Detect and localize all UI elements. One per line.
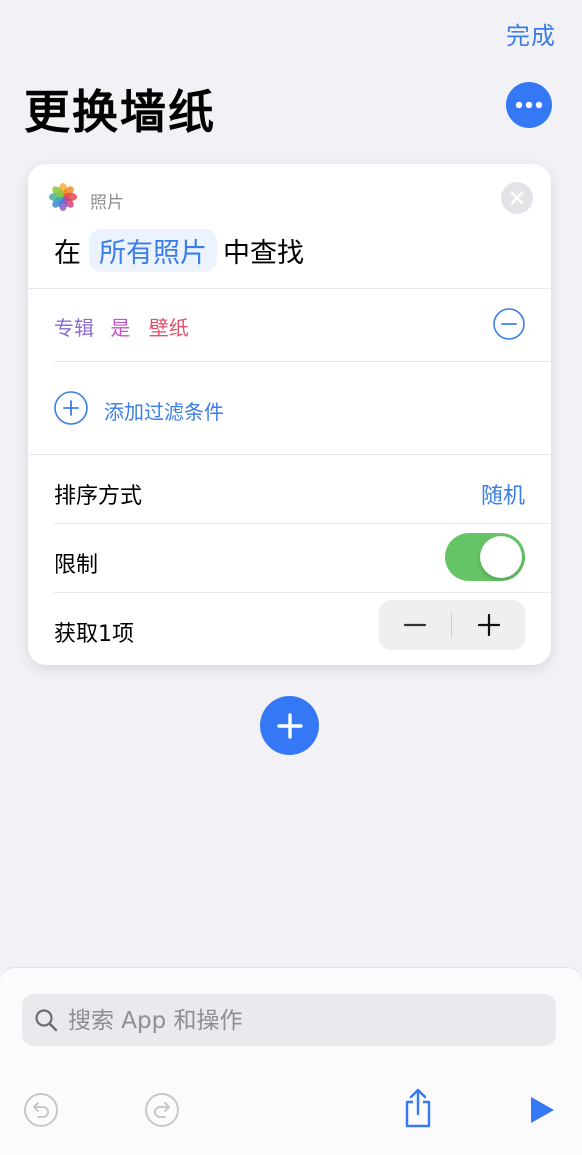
count-label: 获取1项: [54, 622, 134, 647]
action-header: 照片: [48, 182, 533, 214]
filter-value-token[interactable]: 壁纸: [149, 316, 189, 340]
count-row: 获取1项: [54, 600, 525, 650]
filter-row: 专辑 是 壁纸: [54, 308, 525, 344]
ellipsis-icon: [515, 101, 543, 109]
undo-button[interactable]: [23, 1092, 59, 1128]
action-search-sheet: [0, 968, 582, 1155]
filter-operator-token[interactable]: 是: [110, 316, 130, 340]
more-button[interactable]: [506, 82, 552, 128]
redo-button[interactable]: [144, 1092, 180, 1128]
search-box[interactable]: [22, 994, 556, 1048]
count-stepper: [379, 600, 525, 650]
share-button[interactable]: [400, 1088, 436, 1128]
divider: [54, 523, 551, 524]
editor-toolbar: [0, 1074, 582, 1154]
search-icon: [35, 1009, 58, 1032]
find-photos-action-card: 照片 在 所有照片 中查找 专辑 是 壁纸 添加过滤条件 排序方式 随机 限制 …: [28, 164, 551, 665]
undo-icon: [24, 1093, 58, 1127]
divider: [54, 592, 551, 593]
remove-action-button[interactable]: [501, 182, 533, 214]
stepper-separator: [451, 612, 452, 638]
share-icon: [405, 1088, 431, 1128]
find-sentence: 在 所有照片 中查找: [54, 228, 304, 272]
find-prefix: 在: [54, 237, 81, 269]
search-input[interactable]: [66, 994, 550, 1048]
plus-icon: [478, 614, 500, 636]
close-icon: [510, 191, 524, 205]
plus-circle-icon: [54, 391, 88, 425]
photos-app-icon: [49, 183, 77, 211]
limit-toggle[interactable]: [445, 533, 525, 581]
shortcut-editor: 完成 更换墙纸 照片 在 所有照片 中查找 专辑 是 壁纸 添加过滤条件 排序方…: [0, 0, 582, 1155]
sort-label: 排序方式: [54, 484, 143, 509]
page-title[interactable]: 更换墙纸: [24, 76, 216, 142]
plus-icon: [276, 712, 303, 739]
add-filter-label: 添加过滤条件: [104, 400, 224, 424]
divider: [28, 454, 551, 455]
sort-value[interactable]: 随机: [481, 478, 525, 510]
divider: [54, 361, 551, 362]
decrement-button[interactable]: [379, 600, 451, 650]
increment-button[interactable]: [453, 600, 525, 650]
play-icon: [531, 1097, 554, 1123]
find-suffix: 中查找: [223, 237, 304, 269]
minus-circle-icon[interactable]: [493, 308, 525, 340]
limit-label: 限制: [54, 553, 99, 578]
minus-icon: [404, 623, 426, 627]
run-button[interactable]: [524, 1092, 560, 1128]
filter-field-token[interactable]: 专辑: [54, 316, 94, 340]
redo-icon: [145, 1093, 179, 1127]
limit-row: 限制: [54, 533, 525, 581]
find-scope-token[interactable]: 所有照片: [89, 228, 217, 272]
done-button[interactable]: 完成: [506, 16, 556, 51]
sort-row[interactable]: 排序方式 随机: [54, 470, 525, 510]
divider: [28, 288, 551, 289]
toggle-knob: [480, 536, 522, 578]
app-label: 照片: [90, 193, 124, 213]
add-action-button[interactable]: [260, 696, 319, 755]
